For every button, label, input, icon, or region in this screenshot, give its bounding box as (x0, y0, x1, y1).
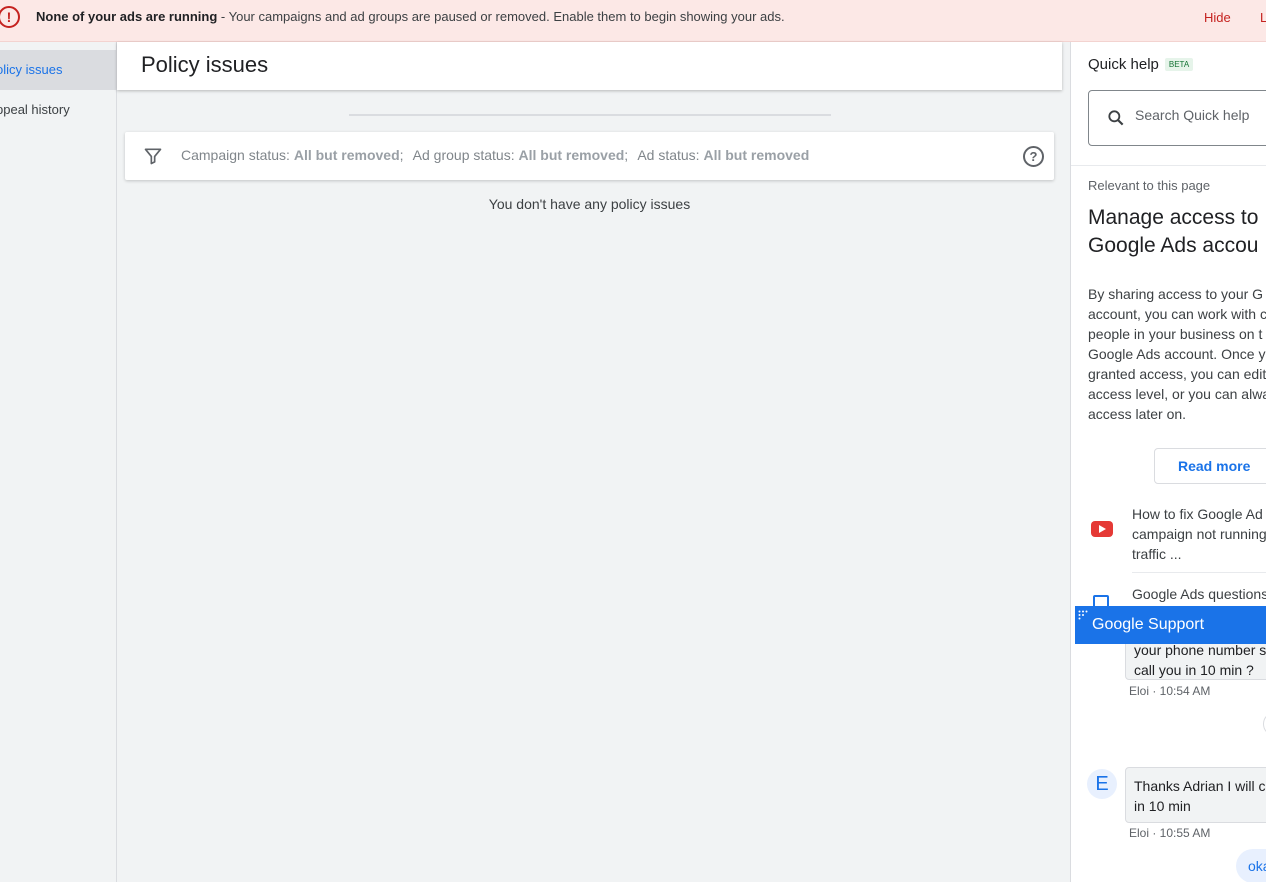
hide-button[interactable]: Hide (1204, 10, 1231, 25)
chat-header[interactable]: Google Support (1075, 606, 1266, 644)
divider (349, 114, 831, 116)
search-icon (1108, 110, 1124, 126)
video-title-line: campaign not running (1132, 526, 1266, 542)
video-title: How to fix Google Ad campaign not runnin… (1132, 504, 1266, 564)
relevant-label: Relevant to this page (1088, 178, 1211, 193)
filter-bar[interactable]: Campaign status: All but removed; Ad gro… (125, 132, 1054, 180)
page-title: Policy issues (141, 52, 269, 77)
chat-message-line: in 10 min (1134, 798, 1191, 814)
adgroup-status-label: Ad group status: (412, 147, 515, 163)
filter-icon[interactable] (143, 146, 163, 166)
quick-help-title: Quick help BETA (1088, 56, 1194, 73)
nav-item-label: olicy issues (0, 62, 63, 77)
filter-separator: ; (624, 147, 629, 163)
divider (1132, 572, 1266, 573)
adgroup-status-value: All but removed (518, 147, 625, 163)
article-title-line: Manage access to (1088, 206, 1259, 229)
video-title-line: How to fix Google Ad (1132, 506, 1263, 522)
beta-badge: BETA (1164, 57, 1194, 71)
alert-circle-icon: ! (0, 6, 20, 28)
article-title-line: Google Ads accou (1088, 234, 1259, 257)
banner-message: None of your ads are running - Your camp… (36, 9, 785, 24)
article-body-line: granted access, you can edit (1088, 366, 1266, 382)
read-more-button[interactable]: Read more (1154, 448, 1266, 484)
chat-title: Google Support (1092, 616, 1205, 633)
article-body: By sharing access to your G account, you… (1088, 284, 1266, 424)
article-body-line: Google Ads account. Once y (1088, 346, 1266, 362)
quick-help-search[interactable] (1088, 90, 1266, 146)
campaign-status-label: Campaign status: (181, 147, 290, 163)
chat-message: Thanks Adrian I will ca in 10 min (1125, 767, 1266, 823)
article-body-line: By sharing access to your G (1088, 286, 1264, 302)
banner-title: None of your ads are running (36, 9, 218, 24)
page-header: Policy issues (117, 42, 1062, 90)
doc-link[interactable]: Google Ads questions (1132, 584, 1266, 604)
filter-separator: ; (399, 147, 404, 163)
nav-item-label: ppeal history (0, 102, 70, 117)
video-link[interactable]: How to fix Google Ad campaign not runnin… (1088, 504, 1266, 562)
quick-help-title-text: Quick help (1088, 56, 1159, 73)
avatar: E (1087, 769, 1117, 799)
nav-item-policy-issues[interactable]: olicy issues (0, 50, 116, 90)
chat-reply-bubble[interactable]: oka (1236, 849, 1266, 882)
video-title-line: traffic ... (1132, 546, 1182, 562)
article-body-line: people in your business on t (1088, 326, 1263, 342)
article-body-line: account, you can work with c (1088, 306, 1266, 322)
article-body-line: access level, or you can alwa (1088, 386, 1266, 402)
help-icon[interactable]: ? (1023, 146, 1044, 167)
ad-status-label: Ad status: (637, 147, 700, 163)
ad-status-value: All but removed (703, 147, 810, 163)
campaign-status-value: All but removed (293, 147, 400, 163)
alert-banner: ! None of your ads are running - Your ca… (0, 0, 1266, 42)
left-navigation: olicy issues ppeal history (0, 42, 117, 882)
filter-summary[interactable]: Campaign status: All but removed; Ad gro… (181, 147, 809, 163)
youtube-icon (1091, 521, 1113, 537)
search-input[interactable] (1135, 107, 1266, 123)
chat-message-line: call you in 10 min ? (1134, 662, 1254, 678)
empty-state-message: You don't have any policy issues (488, 196, 691, 212)
article-title[interactable]: Manage access to Google Ads accou (1088, 204, 1266, 260)
article-body-line: access later on. (1088, 406, 1187, 422)
chat-message-line: Thanks Adrian I will ca (1134, 778, 1266, 794)
support-chat-window[interactable]: your phone number s call you in 10 min ?… (1075, 606, 1266, 882)
chat-message-meta: Eloi · 10:54 AM (1129, 684, 1211, 698)
drag-handle-icon[interactable] (1078, 610, 1088, 620)
chat-message-meta: Eloi · 10:55 AM (1129, 826, 1211, 840)
banner-text: - Your campaigns and ad groups are pause… (217, 9, 785, 24)
divider (1071, 165, 1266, 166)
nav-item-appeal-history[interactable]: ppeal history (0, 90, 116, 130)
learn-more-button[interactable]: L (1260, 10, 1266, 25)
